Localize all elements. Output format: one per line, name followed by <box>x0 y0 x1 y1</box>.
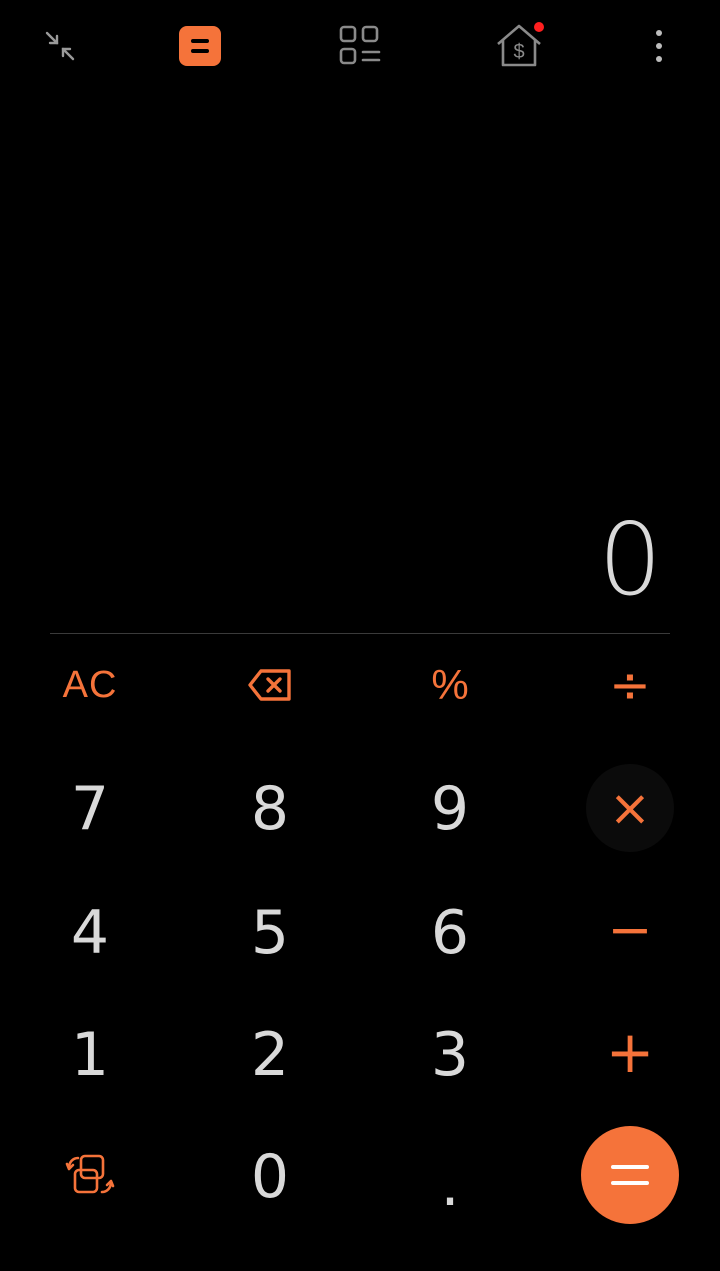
minus-button[interactable]: − <box>570 874 690 984</box>
divide-button[interactable]: ÷ <box>570 630 690 740</box>
plus-label: + <box>605 1018 655 1086</box>
digit-8-label: 8 <box>250 774 290 844</box>
percent-button[interactable]: % <box>390 630 510 740</box>
mortgage-icon[interactable]: $ <box>492 18 548 74</box>
equals-button[interactable] <box>581 1126 679 1224</box>
notification-dot <box>534 22 544 32</box>
minus-label: − <box>607 897 653 961</box>
digit-7-button[interactable]: 7 <box>30 754 150 864</box>
digit-4-label: 4 <box>70 898 110 968</box>
digit-2-label: 2 <box>250 1020 290 1090</box>
equals-icon <box>611 1165 649 1185</box>
digit-0-label: 0 <box>250 1142 290 1212</box>
result-display: 0 <box>598 501 662 618</box>
digit-1-button[interactable]: 1 <box>30 1000 150 1110</box>
switch-mode-button[interactable] <box>30 1120 150 1230</box>
digit-8-button[interactable]: 8 <box>210 754 330 864</box>
digit-6-label: 6 <box>430 898 470 968</box>
digit-9-label: 9 <box>430 774 470 844</box>
switch-mode-icon <box>65 1154 115 1194</box>
multiply-button[interactable]: × <box>570 753 690 863</box>
digit-3-label: 3 <box>430 1020 470 1090</box>
digit-5-button[interactable]: 5 <box>210 878 330 988</box>
multiply-label: × <box>609 779 651 837</box>
top-toolbar: $ <box>0 0 720 92</box>
more-options-icon[interactable] <box>631 18 687 74</box>
all-clear-button[interactable]: AC <box>30 630 150 740</box>
digit-7-label: 7 <box>70 774 110 844</box>
digit-5-label: 5 <box>250 898 290 968</box>
digit-2-button[interactable]: 2 <box>210 1000 330 1110</box>
svg-text:$: $ <box>513 41 524 63</box>
digit-6-button[interactable]: 6 <box>390 878 510 988</box>
percent-label: % <box>431 661 469 708</box>
decimal-button[interactable]: . <box>390 1130 510 1240</box>
digit-4-button[interactable]: 4 <box>30 878 150 988</box>
backspace-icon <box>248 669 291 701</box>
divide-label: ÷ <box>609 656 651 714</box>
digit-0-button[interactable]: 0 <box>210 1122 330 1232</box>
digit-1-label: 1 <box>70 1020 110 1090</box>
collapse-icon[interactable] <box>32 18 88 74</box>
all-clear-label: AC <box>62 663 118 706</box>
decimal-label: . <box>440 1150 460 1220</box>
backspace-button[interactable] <box>210 630 330 740</box>
converter-icon[interactable] <box>332 18 388 74</box>
digit-9-button[interactable]: 9 <box>390 754 510 864</box>
digit-3-button[interactable]: 3 <box>390 1000 510 1110</box>
plus-button[interactable]: + <box>570 997 690 1107</box>
calculator-icon[interactable] <box>172 18 228 74</box>
